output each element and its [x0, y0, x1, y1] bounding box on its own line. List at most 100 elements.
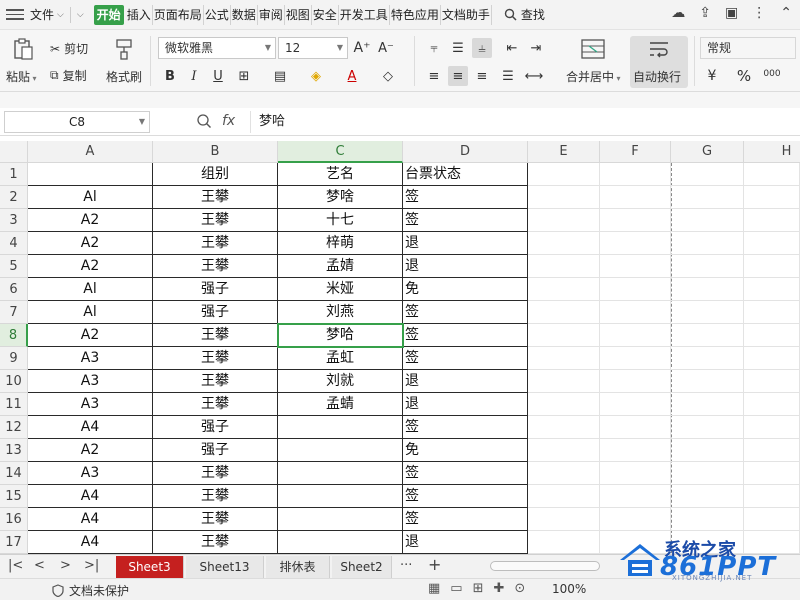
more-sheets-button[interactable]: ··· — [400, 558, 412, 573]
collapse-ribbon-icon[interactable]: ⌃ — [780, 5, 792, 21]
next-sheet-icon[interactable]: > — [60, 558, 71, 573]
cell-h3[interactable] — [744, 209, 800, 232]
cell-c14[interactable] — [278, 462, 403, 485]
cell-f2[interactable] — [600, 186, 671, 209]
full-screen-icon[interactable]: ⊙ — [514, 581, 525, 596]
cell-h14[interactable] — [744, 462, 800, 485]
cell-f11[interactable] — [600, 393, 671, 416]
auto-wrap-button[interactable]: 自动换行 — [630, 36, 688, 88]
cell-b17[interactable]: 王攀 — [153, 531, 278, 554]
cell-d17[interactable]: 退 — [403, 531, 528, 554]
cell-f4[interactable] — [600, 232, 671, 255]
cloud-sync-icon[interactable]: ☁ — [671, 5, 685, 21]
cell-c7[interactable]: 刘燕 — [278, 301, 403, 324]
cell-g3[interactable] — [671, 209, 744, 232]
cell-c10[interactable]: 刘就 — [278, 370, 403, 393]
cell-b16[interactable]: 王攀 — [153, 508, 278, 531]
tab-1[interactable]: 插入 — [126, 4, 153, 25]
cell-f13[interactable] — [600, 439, 671, 462]
column-header-g[interactable]: G — [671, 141, 744, 163]
sheet-tab-3[interactable]: Sheet2 — [332, 556, 392, 578]
font-name-select[interactable]: 微软雅黑 ▼ — [158, 37, 276, 59]
cell-a1[interactable] — [28, 163, 153, 186]
cell-d12[interactable]: 签 — [403, 416, 528, 439]
cell-f12[interactable] — [600, 416, 671, 439]
cell-g7[interactable] — [671, 301, 744, 324]
cell-f15[interactable] — [600, 485, 671, 508]
tab-10[interactable]: 文档助手 — [441, 4, 492, 25]
last-sheet-icon[interactable]: >| — [84, 558, 99, 573]
row-header[interactable]: 3 — [0, 209, 28, 232]
cell-c5[interactable]: 孟婧 — [278, 255, 403, 278]
cell-d9[interactable]: 签 — [403, 347, 528, 370]
cell-h9[interactable] — [744, 347, 800, 370]
page-layout-icon[interactable]: ▭ — [450, 581, 462, 596]
row-header[interactable]: 11 — [0, 393, 28, 416]
cell-a3[interactable]: A2 — [28, 209, 153, 232]
cell-c17[interactable] — [278, 531, 403, 554]
cell-g4[interactable] — [671, 232, 744, 255]
cell-d6[interactable]: 免 — [403, 278, 528, 301]
increase-font-button[interactable]: A⁺ — [352, 38, 372, 58]
zoom-level[interactable]: 100% — [552, 582, 586, 596]
cell-e17[interactable] — [528, 531, 600, 554]
percent-button[interactable]: % — [734, 66, 754, 86]
cell-e8[interactable] — [528, 324, 600, 347]
cell-d7[interactable]: 签 — [403, 301, 528, 324]
row-header[interactable]: 7 — [0, 301, 28, 324]
cell-g9[interactable] — [671, 347, 744, 370]
cell-h1[interactable] — [744, 163, 800, 186]
cell-b7[interactable]: 强子 — [153, 301, 278, 324]
cell-f10[interactable] — [600, 370, 671, 393]
cell-g10[interactable] — [671, 370, 744, 393]
cell-b8[interactable]: 王攀 — [153, 324, 278, 347]
cell-c11[interactable]: 孟蜻 — [278, 393, 403, 416]
cell-h8[interactable] — [744, 324, 800, 347]
borders-icon[interactable]: ⊞ — [234, 66, 254, 86]
tab-0[interactable]: 开始 — [93, 4, 124, 25]
share-icon[interactable]: ⇪ — [699, 5, 711, 21]
cell-h6[interactable] — [744, 278, 800, 301]
cell-d2[interactable]: 签 — [403, 186, 528, 209]
row-header[interactable]: 15 — [0, 485, 28, 508]
cell-g8[interactable] — [671, 324, 744, 347]
row-header[interactable]: 8 — [0, 324, 28, 347]
row-header[interactable]: 4 — [0, 232, 28, 255]
fx-icon[interactable]: fx — [222, 113, 235, 129]
format-painter-icon[interactable] — [112, 36, 136, 62]
search-button[interactable]: 查找 — [504, 6, 545, 23]
merge-center-button[interactable]: 合并居中 ▾ — [566, 68, 621, 85]
cell-a10[interactable]: A3 — [28, 370, 153, 393]
cell-a6[interactable]: Al — [28, 278, 153, 301]
decrease-font-button[interactable]: A⁻ — [376, 38, 396, 58]
paste-icon[interactable] — [10, 36, 36, 62]
cell-e11[interactable] — [528, 393, 600, 416]
cell-a2[interactable]: Al — [28, 186, 153, 209]
cell-d4[interactable]: 退 — [403, 232, 528, 255]
tab-3[interactable]: 公式 — [204, 4, 231, 25]
column-header-e[interactable]: E — [528, 141, 600, 163]
cell-e6[interactable] — [528, 278, 600, 301]
merge-cells-icon[interactable] — [580, 38, 606, 60]
cell-d1[interactable]: 台票状态 — [403, 163, 528, 186]
sheet-tab-0[interactable]: Sheet3 — [116, 556, 184, 578]
cell-e13[interactable] — [528, 439, 600, 462]
tab-6[interactable]: 视图 — [285, 4, 312, 25]
cell-f8[interactable] — [600, 324, 671, 347]
cell-d3[interactable]: 签 — [403, 209, 528, 232]
thousands-button[interactable]: 000 — [760, 64, 784, 84]
row-header[interactable]: 5 — [0, 255, 28, 278]
align-middle-icon[interactable]: ☰ — [448, 38, 468, 58]
cell-c9[interactable]: 孟虹 — [278, 347, 403, 370]
italic-button[interactable]: I — [184, 66, 204, 86]
menu-icon[interactable] — [6, 9, 24, 20]
row-header[interactable]: 9 — [0, 347, 28, 370]
cell-e1[interactable] — [528, 163, 600, 186]
cell-g16[interactable] — [671, 508, 744, 531]
cell-a11[interactable]: A3 — [28, 393, 153, 416]
cell-g5[interactable] — [671, 255, 744, 278]
sheet-tab-2[interactable]: 排休表 — [266, 556, 330, 578]
cut-button[interactable]: ✂ 剪切 — [50, 40, 88, 57]
cell-f14[interactable] — [600, 462, 671, 485]
cell-e7[interactable] — [528, 301, 600, 324]
